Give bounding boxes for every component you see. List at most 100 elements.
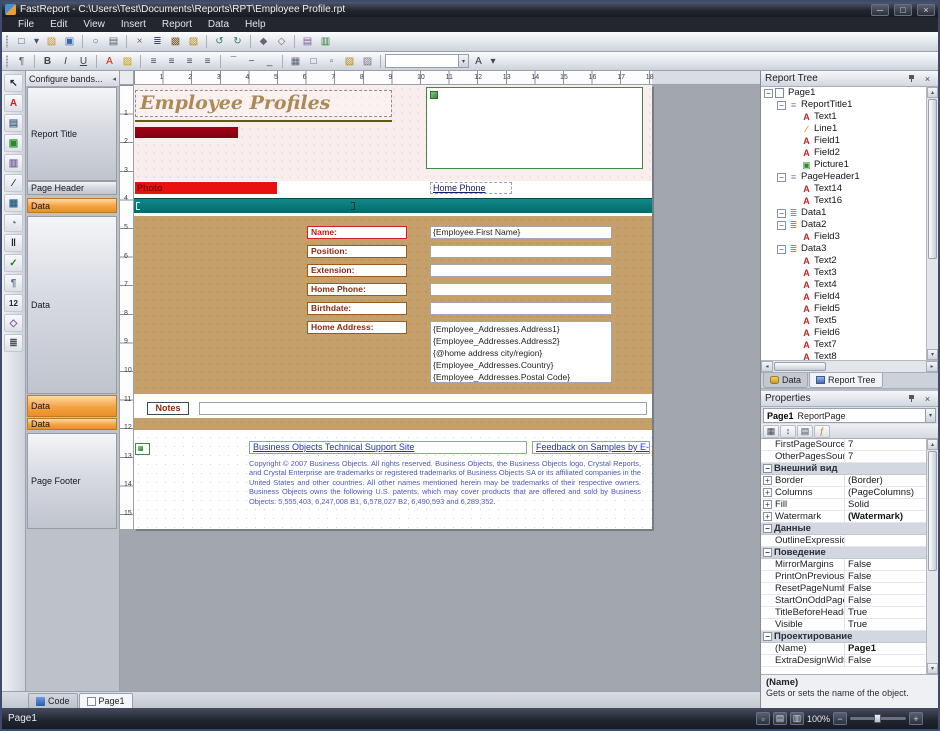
expander-icon[interactable]: − xyxy=(777,101,786,110)
properties-vertical-scrollbar[interactable]: ▴ ▾ xyxy=(926,439,938,674)
page-header-band[interactable]: Photo Home Phone xyxy=(134,181,652,195)
tree-item-field4[interactable]: AField4 xyxy=(761,291,926,303)
highlight-color-button[interactable]: ▨ xyxy=(119,54,136,69)
menu-item-view[interactable]: View xyxy=(75,17,113,32)
text-color-button[interactable]: A xyxy=(101,54,118,69)
property-value[interactable]: Solid xyxy=(845,499,926,510)
line-color-button[interactable]: ▨ xyxy=(359,54,376,69)
tree-item-text7[interactable]: AText7 xyxy=(761,339,926,351)
property-category[interactable]: −Поведение xyxy=(761,547,926,559)
field-label[interactable]: Home Address: xyxy=(307,321,407,334)
field-label[interactable]: Extension: xyxy=(307,264,407,277)
scroll-up-icon[interactable]: ▴ xyxy=(927,439,938,450)
tree-item-page1[interactable]: −Page1 xyxy=(761,87,926,99)
undo-button[interactable]: ↺ xyxy=(211,34,228,49)
property-value[interactable]: False xyxy=(845,655,926,666)
tree-item-field3[interactable]: AField3 xyxy=(761,231,926,243)
tree-item-text1[interactable]: AText1 xyxy=(761,111,926,123)
collapse-panel-icon[interactable]: ◂ xyxy=(112,75,116,83)
property-row[interactable]: +FillSolid xyxy=(761,499,926,511)
minimize-button[interactable]: ─ xyxy=(871,4,889,16)
properties-properties-view-icon[interactable]: ▤ xyxy=(797,425,813,438)
property-row[interactable]: StartOnOddPageFalse xyxy=(761,595,926,607)
zoom-in-icon[interactable]: + xyxy=(909,712,923,725)
pin-icon[interactable] xyxy=(905,393,918,405)
scroll-right-icon[interactable]: ▸ xyxy=(926,361,938,372)
zoom-out-icon[interactable]: − xyxy=(833,712,847,725)
expander-icon[interactable]: + xyxy=(763,512,772,521)
page-number-tool-icon[interactable]: 12 xyxy=(4,294,23,312)
property-value[interactable]: True xyxy=(845,607,926,618)
band-block[interactable]: Data xyxy=(27,418,117,430)
copy-button[interactable]: ≣ xyxy=(149,34,166,49)
view-facing-icon[interactable]: ▥ xyxy=(790,712,804,725)
shape-tool-icon[interactable]: ◇ xyxy=(4,314,23,332)
properties-events-view-icon[interactable]: ƒ xyxy=(814,425,830,438)
properties-categorized-icon[interactable]: ▦ xyxy=(763,425,779,438)
underline-button[interactable]: U xyxy=(75,54,92,69)
data1-band[interactable] xyxy=(134,198,652,213)
zoom-slider-thumb[interactable] xyxy=(874,714,881,723)
italic-button[interactable]: I xyxy=(57,54,74,69)
report-title-band[interactable]: Employee Profiles xyxy=(134,85,652,181)
insert-band-button[interactable]: ▤ xyxy=(299,34,316,49)
tab-page1[interactable]: Page1 xyxy=(79,693,133,708)
property-value[interactable]: False xyxy=(845,595,926,606)
border-none-button[interactable]: ▫ xyxy=(323,54,340,69)
object-selector[interactable]: Page1 ReportPage ▾ xyxy=(763,408,936,423)
line-tool-icon[interactable]: ∕ xyxy=(4,174,23,192)
home-phone-label-object[interactable]: Home Phone xyxy=(430,182,512,194)
dark-red-field-object[interactable] xyxy=(135,127,238,138)
tree-item-line1[interactable]: ∕Line1 xyxy=(761,123,926,135)
maximize-button[interactable]: □ xyxy=(894,4,912,16)
zipcode-tool-icon[interactable]: ≣ xyxy=(4,334,23,352)
border-all-button[interactable]: ▦ xyxy=(287,54,304,69)
tree-item-field6[interactable]: AField6 xyxy=(761,327,926,339)
open-button[interactable]: ▨ xyxy=(43,34,60,49)
menu-item-edit[interactable]: Edit xyxy=(42,17,75,32)
field-value[interactable] xyxy=(430,264,612,277)
scrollbar-thumb[interactable] xyxy=(928,451,937,571)
align-middle-button[interactable]: − xyxy=(243,54,260,69)
chevron-down-icon[interactable]: ▾ xyxy=(925,409,935,422)
redo-button[interactable]: ↻ xyxy=(229,34,246,49)
new-dropdown-button[interactable]: ▾ xyxy=(31,34,42,49)
band-block[interactable]: Data xyxy=(27,198,117,213)
paste-button[interactable]: ▩ xyxy=(167,34,184,49)
print-button[interactable]: ▤ xyxy=(105,34,122,49)
data4-band[interactable] xyxy=(134,418,652,430)
property-value[interactable]: 7 xyxy=(845,439,926,450)
group-button[interactable]: ◆ xyxy=(255,34,272,49)
data2-band[interactable]: Name:{Employee.First Name}Position:Exten… xyxy=(134,216,652,394)
field-value[interactable] xyxy=(430,302,612,315)
feedback-link[interactable]: Feedback on Samples by E-mail xyxy=(532,441,650,454)
property-category[interactable]: −Проектирование xyxy=(761,631,926,643)
expander-icon[interactable]: + xyxy=(763,476,772,485)
insert-data-band-button[interactable]: ▥ xyxy=(317,34,334,49)
field-label[interactable]: Name: xyxy=(307,226,407,239)
table-tool-icon[interactable]: ▦ xyxy=(4,194,23,212)
tree-item-text2[interactable]: AText2 xyxy=(761,255,926,267)
close-panel-icon[interactable]: × xyxy=(921,393,934,405)
title-underline-object[interactable] xyxy=(135,120,392,122)
expander-icon[interactable]: − xyxy=(777,209,786,218)
band-block[interactable]: Page Header xyxy=(27,181,117,195)
text-tool-icon[interactable]: A xyxy=(4,94,23,112)
field-label[interactable]: Birthdate: xyxy=(307,302,407,315)
property-value[interactable]: (Watermark) xyxy=(845,511,926,522)
text-style-combo[interactable]: ▾ xyxy=(385,54,469,68)
notes-label-object[interactable]: Notes xyxy=(147,402,189,415)
menu-item-data[interactable]: Data xyxy=(200,17,237,32)
scrollbar-thumb[interactable] xyxy=(928,99,937,259)
align-center-button[interactable]: ≡ xyxy=(163,54,180,69)
menu-item-report[interactable]: Report xyxy=(154,17,200,32)
checkbox-tool-icon[interactable]: ✓ xyxy=(4,254,23,272)
picture-tool-icon[interactable]: ▣ xyxy=(4,134,23,152)
band-block[interactable]: Data xyxy=(27,395,117,417)
tree-item-text8[interactable]: AText8 xyxy=(761,351,926,360)
expander-icon[interactable]: + xyxy=(763,488,772,497)
property-row[interactable]: ExtraDesignWidthFalse xyxy=(761,655,926,667)
tree-item-pageheader1[interactable]: −≡PageHeader1 xyxy=(761,171,926,183)
property-row[interactable]: +Columns(PageColumns) xyxy=(761,487,926,499)
property-value[interactable]: False xyxy=(845,559,926,570)
